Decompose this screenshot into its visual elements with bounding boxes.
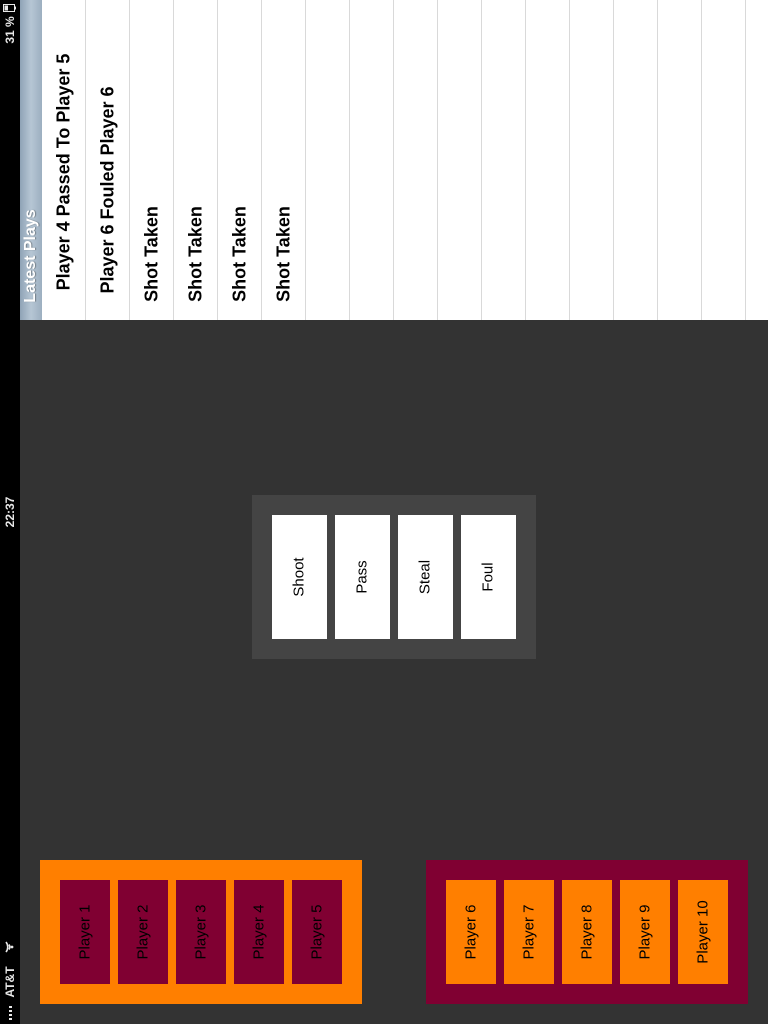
play-text: Shot Taken: [229, 206, 250, 302]
play-text: Shot Taken: [185, 206, 206, 302]
player-3-button[interactable]: Player 3: [176, 880, 226, 984]
table-row[interactable]: Player 4 Passed To Player 5: [42, 0, 86, 320]
wifi-icon: [5, 941, 14, 953]
shoot-button[interactable]: Shoot: [272, 515, 327, 639]
table-row[interactable]: Shot Taken: [262, 0, 306, 320]
player-label: Player 4: [250, 904, 268, 960]
player-label: Player 10: [694, 900, 712, 964]
foul-button[interactable]: Foul: [461, 515, 516, 639]
play-text: Player 4 Passed To Player 5: [53, 53, 74, 291]
shoot-label: Shoot: [290, 557, 308, 597]
player-1-button[interactable]: Player 1: [60, 880, 110, 984]
latest-plays-table[interactable]: Latest Plays Player 4 Passed To Player 5…: [20, 0, 768, 320]
battery-icon: [3, 4, 16, 12]
player-label: Player 5: [308, 904, 326, 960]
player-label: Player 9: [636, 904, 654, 960]
player-label: Player 3: [192, 904, 210, 960]
play-text: Shot Taken: [141, 206, 162, 302]
steal-button[interactable]: Steal: [398, 515, 453, 639]
latest-plays-header: Latest Plays: [20, 0, 42, 320]
team-a-panel: Player 1 Player 2 Player 3 Player 4 Play…: [40, 860, 362, 1004]
play-text: Shot Taken: [273, 206, 294, 302]
table-row[interactable]: Player 6 Fouled Player 6: [86, 0, 130, 320]
player-8-button[interactable]: Player 8: [562, 880, 612, 984]
signal-icon: [9, 1006, 12, 1020]
battery-percent: 31 %: [3, 16, 17, 44]
steal-label: Steal: [416, 559, 434, 595]
player-7-button[interactable]: Player 7: [504, 880, 554, 984]
player-label: Player 1: [76, 904, 94, 960]
player-5-button[interactable]: Player 5: [292, 880, 342, 984]
player-6-button[interactable]: Player 6: [446, 880, 496, 984]
pass-button[interactable]: Pass: [335, 515, 390, 639]
foul-label: Foul: [479, 562, 497, 592]
play-text: Player 6 Fouled Player 6: [97, 86, 118, 294]
clock: 22:37: [3, 496, 17, 528]
player-10-button[interactable]: Player 10: [678, 880, 728, 984]
team-b-panel: Player 6 Player 7 Player 8 Player 9 Play…: [426, 860, 748, 1004]
player-label: Player 6: [462, 904, 480, 960]
carrier: AT&T: [3, 966, 17, 998]
player-4-button[interactable]: Player 4: [234, 880, 284, 984]
player-label: Player 2: [134, 904, 152, 960]
player-9-button[interactable]: Player 9: [620, 880, 670, 984]
status-bar: 31 % 22:37 AT&T: [0, 0, 20, 1024]
player-label: Player 7: [520, 904, 538, 960]
player-2-button[interactable]: Player 2: [118, 880, 168, 984]
table-row[interactable]: Shot Taken: [130, 0, 174, 320]
table-row[interactable]: Shot Taken: [174, 0, 218, 320]
table-row[interactable]: Shot Taken: [218, 0, 262, 320]
player-label: Player 8: [578, 904, 596, 960]
pass-label: Pass: [353, 560, 371, 594]
actions-panel: Shoot Pass Steal Foul: [252, 495, 536, 659]
latest-plays-title: Latest Plays: [22, 209, 39, 303]
